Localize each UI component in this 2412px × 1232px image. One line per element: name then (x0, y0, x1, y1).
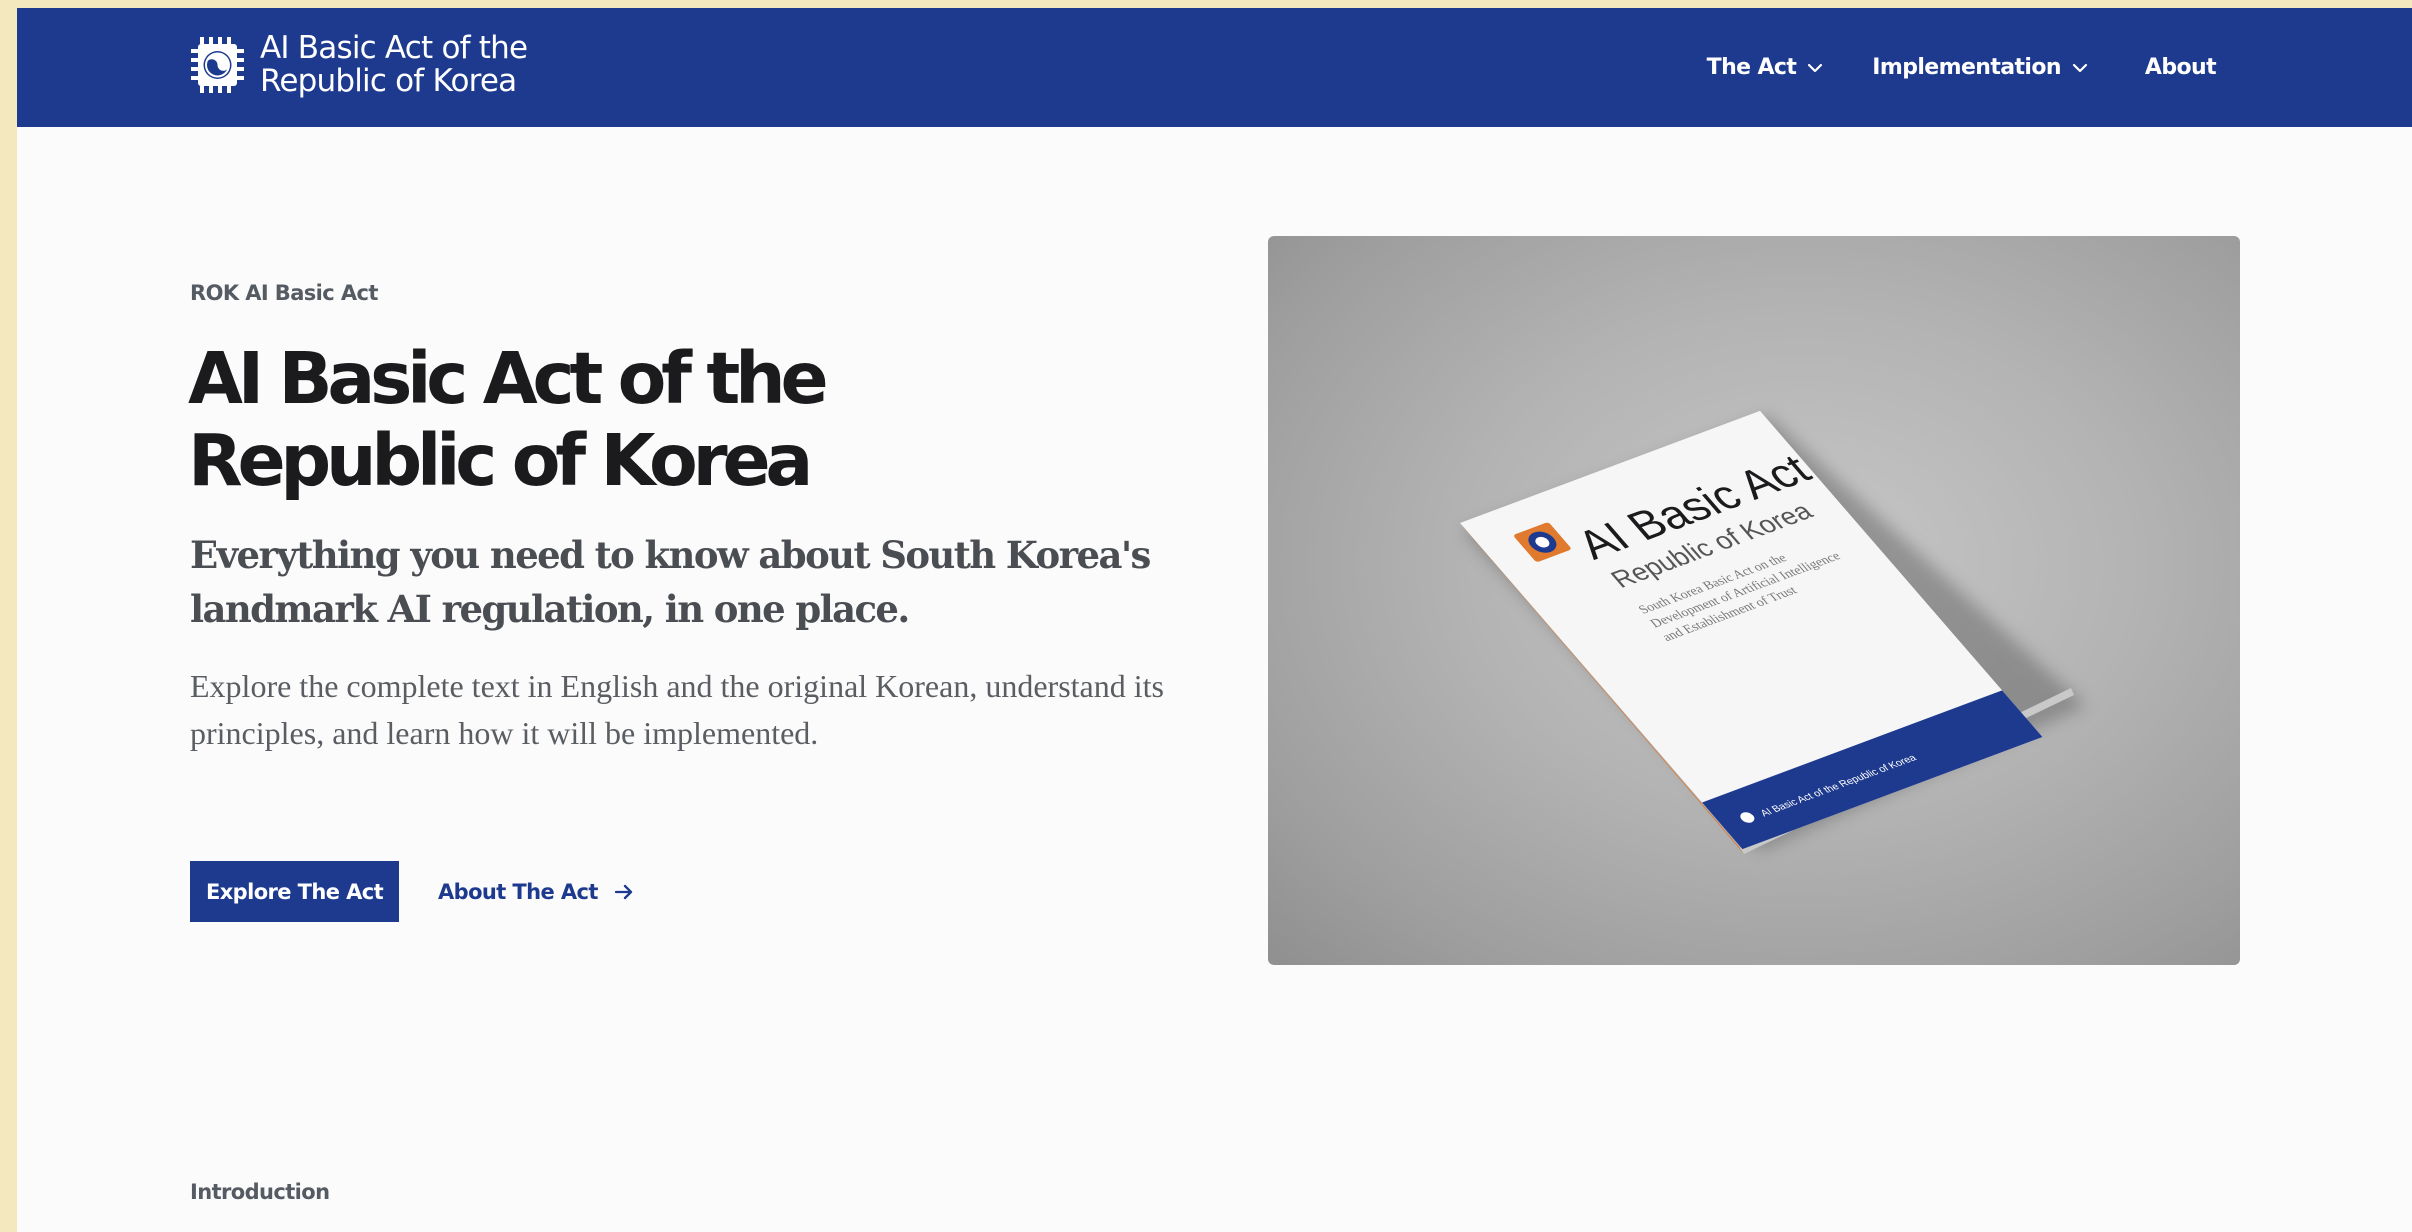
about-the-act-label: About The Act (438, 879, 598, 904)
nav-the-act-label: The Act (1706, 55, 1797, 80)
chevron-down-icon (2072, 63, 2088, 72)
explore-the-act-label: Explore The Act (205, 879, 384, 904)
main-nav: The Act Implementation About (1707, 8, 2217, 127)
page: AI Basic Act of the Republic of Korea Th… (17, 8, 2412, 1232)
brand-title: AI Basic Act of the Republic of Korea (260, 30, 528, 99)
nav-about-label: About (2144, 55, 2217, 80)
chevron-down-icon (1808, 63, 1823, 72)
hero-title: AI Basic Act of the Republic of Korea (188, 337, 829, 502)
intro-label: Introduction (190, 1180, 330, 1204)
nav-the-act[interactable]: The Act (1707, 55, 1827, 80)
about-the-act-link[interactable]: About The Act (438, 861, 636, 922)
nav-implementation[interactable]: Implementation (1872, 55, 2091, 80)
hero-book-image: AI Basic Act Republic of Korea South Kor… (1268, 236, 2240, 965)
arrow-right-icon (614, 884, 632, 899)
hero-body: Explore the complete text in English and… (190, 668, 1164, 751)
brand-home-link[interactable]: AI Basic Act of the Republic of Korea (190, 32, 550, 98)
nav-about[interactable]: About (2144, 55, 2217, 80)
nav-implementation-label: Implementation (1872, 55, 2061, 80)
chip-taegeuk-icon (191, 37, 244, 93)
explore-the-act-button[interactable]: Explore The Act (190, 861, 399, 922)
hero-eyebrow: ROK AI Basic Act (190, 281, 378, 305)
site-header: AI Basic Act of the Republic of Korea Th… (17, 8, 2412, 127)
hero-subtitle: Everything you need to know about South … (190, 533, 1151, 631)
